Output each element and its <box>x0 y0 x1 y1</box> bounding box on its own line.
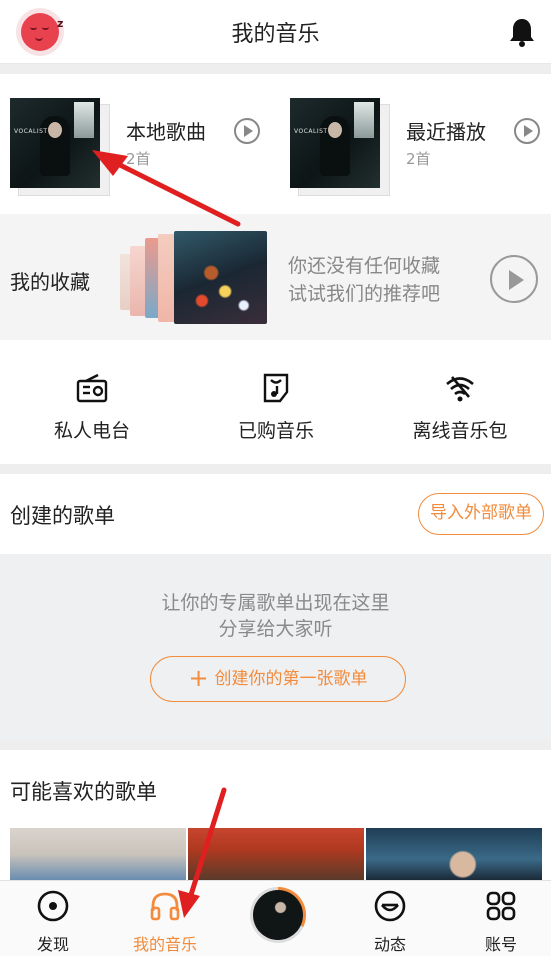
tab-discover[interactable]: 发现 <box>8 889 98 955</box>
tab-my-music[interactable]: 我的音乐 <box>120 889 210 955</box>
offline-pack-item[interactable]: 离线音乐包 <box>368 372 551 443</box>
discover-icon <box>37 890 69 922</box>
created-playlists-header: 创建的歌单 导入外部歌单 <box>0 474 551 554</box>
shortcut-row: 私人电台 已购音乐 离线音乐包 <box>0 340 551 464</box>
headphones-icon <box>150 892 180 921</box>
page-title: 我的音乐 <box>231 22 320 47</box>
app-header: z 我的音乐 <box>0 0 551 64</box>
private-radio-item[interactable]: 私人电台 <box>0 372 184 443</box>
local-songs-card[interactable]: VOCALIST 本地歌曲 2首 <box>10 98 270 198</box>
tab-account[interactable]: 账号 <box>456 889 546 955</box>
local-songs-count: 2首 <box>126 150 151 168</box>
my-favorites[interactable]: 我的收藏 你还没有任何收藏 试试我们的推荐吧 <box>0 214 551 340</box>
import-playlist-button[interactable]: 导入外部歌单 <box>418 493 544 535</box>
recent-played-label: 最近播放 <box>406 120 486 144</box>
created-playlists-title: 创建的歌单 <box>10 504 115 528</box>
empty-hint-line2: 分享给大家听 <box>218 618 333 640</box>
radio-icon <box>76 373 108 403</box>
bell-icon[interactable] <box>507 16 537 48</box>
album-art <box>253 890 303 940</box>
recent-played-card[interactable]: VOCALIST 最近播放 2首 <box>290 98 550 198</box>
bottom-tab-bar: 发现 我的音乐 动态 账号 <box>0 880 551 956</box>
account-grid-icon <box>486 891 516 921</box>
playlist-thumbnail[interactable] <box>188 828 364 880</box>
playlist-thumbnail[interactable] <box>366 828 542 880</box>
purchased-music-item[interactable]: 已购音乐 <box>184 372 368 443</box>
favorites-label: 我的收藏 <box>10 270 90 294</box>
divider <box>0 64 551 74</box>
play-recent-button[interactable] <box>514 118 540 144</box>
play-local-button[interactable] <box>234 118 260 144</box>
playlist-thumbnail[interactable] <box>10 828 186 880</box>
suggested-playlists: 可能喜欢的歌单 <box>0 750 551 880</box>
album-cover: VOCALIST <box>290 98 390 198</box>
create-playlist-button[interactable]: + 创建你的第一张歌单 <box>150 656 406 702</box>
suggested-title: 可能喜欢的歌单 <box>10 780 157 804</box>
divider <box>0 464 551 474</box>
favorites-message: 你还没有任何收藏 试试我们的推荐吧 <box>288 255 441 305</box>
feed-icon <box>374 890 406 922</box>
empty-playlists-panel: 让你的专属歌单出现在这里 分享给大家听 + 创建你的第一张歌单 <box>0 554 551 740</box>
purchased-music-icon <box>263 373 289 403</box>
tab-feed[interactable]: 动态 <box>345 889 435 955</box>
now-playing-disc[interactable] <box>250 887 306 943</box>
recent-played-count: 2首 <box>406 150 431 168</box>
divider <box>0 740 551 750</box>
plus-icon: + <box>188 664 209 692</box>
offline-wifi-icon <box>446 376 474 402</box>
album-cover: VOCALIST <box>10 98 110 198</box>
empty-hint-line1: 让你的专属歌单出现在这里 <box>161 592 390 614</box>
play-recommend-button[interactable] <box>490 255 538 303</box>
quick-access: VOCALIST 本地歌曲 2首 VOCALIST 最近播放 2首 <box>0 74 551 214</box>
local-songs-label: 本地歌曲 <box>126 120 206 144</box>
